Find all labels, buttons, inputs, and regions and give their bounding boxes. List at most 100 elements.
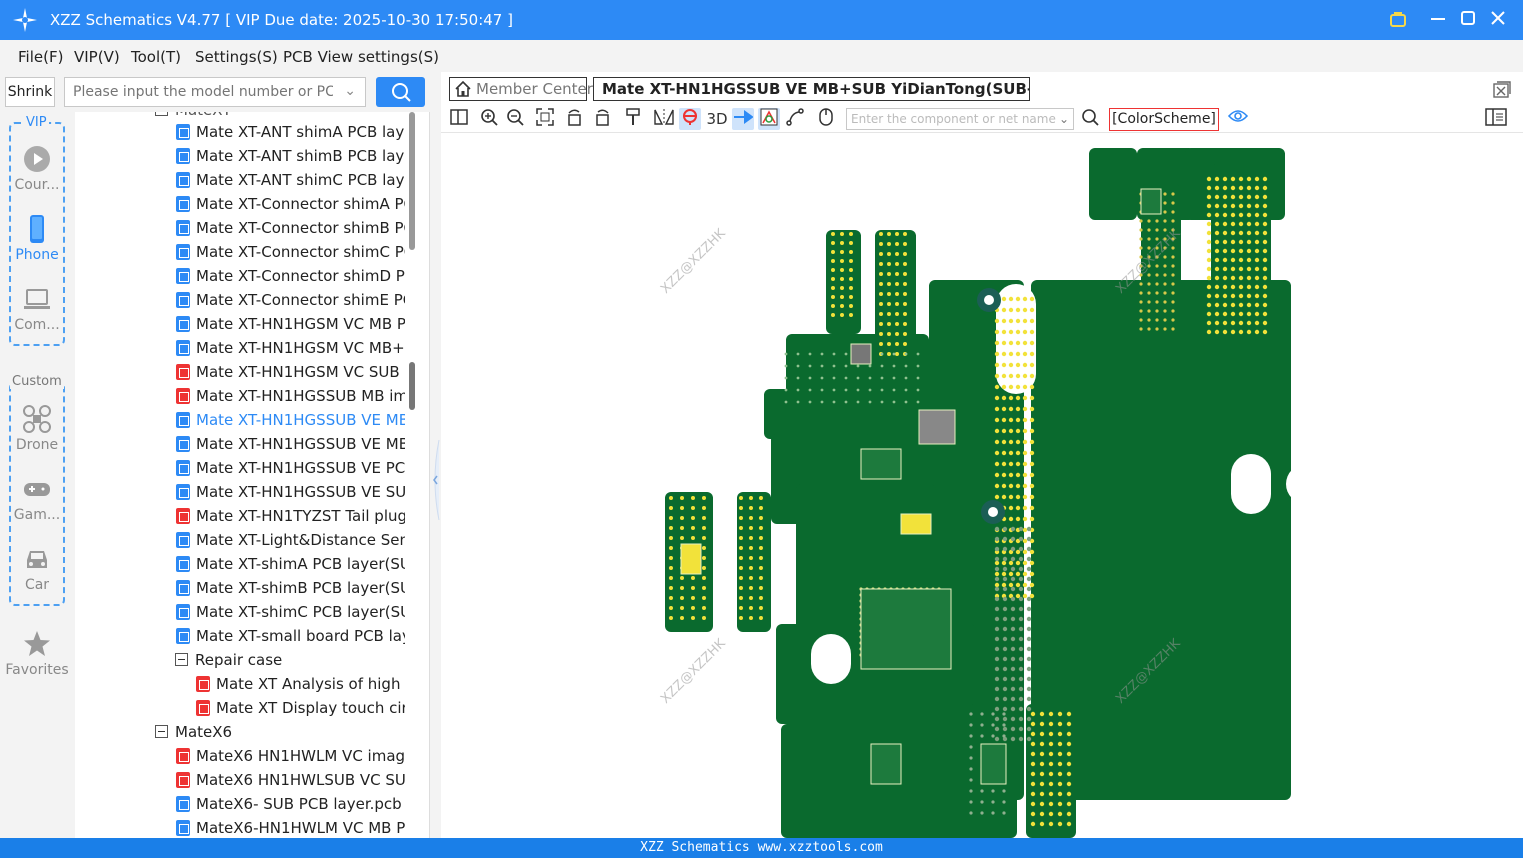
tree-file-item[interactable]: Mate XT-Connector shimC PCB [176,240,405,264]
pcb-pad [994,616,1000,622]
tree-file-item[interactable]: Mate XT-HN1HGSM VC MB+SU [176,336,405,360]
pcb-pad [739,546,743,550]
tree-file-item[interactable]: Mate XT-ANT shimA PCB layer.p [176,120,405,144]
mouse-icon[interactable] [815,108,837,130]
zoom-out-icon[interactable] [504,108,526,130]
3d-view-button[interactable]: 3D [705,108,729,130]
collapse-icon[interactable] [155,725,168,738]
chevron-down-icon[interactable]: ⌄ [344,83,356,99]
pcb-pad [1015,472,1021,478]
maximize-icon[interactable] [1458,10,1478,30]
shrink-button[interactable]: Shrink [5,77,55,107]
tree-file-item[interactable]: Mate XT-HN1HGSSUB VE SUB P [176,480,405,504]
tree-folder[interactable]: Repair case [175,648,405,672]
pcb-pad [916,352,920,356]
eye-icon[interactable] [1227,108,1249,130]
pcb-pad [784,364,788,368]
component-search-input[interactable]: Enter the component or net name ⌄ [846,108,1074,130]
tree-item-label: Mate XT-ANT shimB PCB layer.p [196,147,405,165]
pcb-pad [1139,309,1143,313]
rail-item-computer[interactable]: Com... [9,285,65,333]
fit-view-icon[interactable] [534,108,556,130]
tree-file-item[interactable]: Mate XT-HN1HGSSUB VE MB+S [176,408,405,432]
rail-item-favorites[interactable]: Favorites [3,630,71,678]
pcb-pad [1163,219,1167,223]
side-panel-icon[interactable] [1485,108,1507,130]
tree-file-item[interactable]: Mate XT-shimA PCB layer(SUB-l [176,552,405,576]
vip-bag-icon[interactable] [1388,10,1408,30]
model-search-input[interactable] [73,78,333,106]
tree-file-item[interactable]: Mate XT-HN1HGSM VC SUB ima [176,360,405,384]
pcb-pad [749,606,753,610]
zoom-in-icon[interactable] [478,108,500,130]
pcb-layout[interactable] [441,134,1523,838]
tree-file-item[interactable]: Mate XT-ANT shimB PCB layer.p [176,144,405,168]
pin-select-icon[interactable] [732,108,754,130]
menu-file[interactable]: File(F) [18,48,63,66]
pcb-pad [1214,266,1220,272]
rotate-left-icon[interactable] [564,108,586,130]
pcb-pad [916,388,920,392]
pcb-chip [860,448,902,480]
pcb-pad [840,277,844,281]
layer-overlay-icon[interactable] [758,108,780,130]
tree-file-item[interactable]: Mate XT-HN1HGSSUB VE PCB la [176,456,405,480]
measure-icon[interactable] [784,108,806,130]
tree-file-item[interactable]: Mate XT-HN1HGSSUB MB imag [176,384,405,408]
menu-settings[interactable]: Settings(S) [195,48,278,66]
pcb-pad [1029,450,1035,456]
rail-item-games[interactable]: Gam... [9,475,65,523]
tab-member-center[interactable]: Member Center [449,77,593,101]
pcb-pad [1206,248,1212,254]
rail-item-car[interactable]: Car [9,545,65,593]
rail-item-phone[interactable]: Phone [9,215,65,263]
pcb-pad [1002,616,1008,622]
tree-file-item[interactable]: Mate XT-HN1HGSSUB VE MB+S [176,432,405,456]
tree-file-item[interactable]: Mate XT-Connector shimE PCB [176,288,405,312]
mirror-icon[interactable] [653,108,675,130]
tree-file-item[interactable]: MateX6 HN1HWLSUB VC SUB in [176,768,405,792]
tree-file-item[interactable]: Mate XT-ANT shimC PCB layer.p [176,168,405,192]
tree-file-item[interactable]: Mate XT Analysis of high inc [196,672,405,696]
tree-file-item[interactable]: Mate XT-Connector shimA PCB [176,192,405,216]
collapse-icon[interactable] [155,112,168,116]
search-button[interactable] [376,77,425,107]
panel-splitter[interactable] [430,439,440,521]
tab-active-pcb[interactable]: Mate XT-HN1HGSSUB VE MB+SUB YiDianTong(S… [593,77,1030,101]
tree-file-item[interactable]: Mate XT-HN1TYZST Tail plug bo [176,504,405,528]
rotate-right-icon[interactable] [591,108,613,130]
scrollbar-thumb[interactable] [409,362,415,410]
minimize-icon[interactable] [1428,10,1448,30]
menu-vip[interactable]: VIP(V) [74,48,120,66]
rail-item-drone[interactable]: Drone [9,405,65,453]
tree-file-item[interactable]: MateX6-HN1HWLM VC MB PCB [176,816,405,838]
color-scheme-button[interactable]: [ColorScheme] [1109,108,1219,131]
tree-file-item[interactable]: Mate XT-Light&Distance Senso [176,528,405,552]
tree-file-item[interactable]: Mate XT-shimB PCB layer(SUB-A [176,576,405,600]
tree-scrollbar[interactable] [408,112,417,838]
collapse-icon[interactable] [175,653,188,666]
pcb-board-canvas[interactable]: XZZ@XZZHK XZZ@XZZHK XZZ@XZZHK XZZ@XZZHK [441,134,1523,838]
net-highlight-icon[interactable] [679,108,701,130]
tree-file-item[interactable]: Mate XT Display touch circui [196,696,405,720]
tree-file-item[interactable]: Mate XT-Connector shimB PCB [176,216,405,240]
tree-file-item[interactable]: Mate XT-shimC PCB layer(SUB-A [176,600,405,624]
tree-file-item[interactable]: Mate XT-small board PCB layer. [176,624,405,648]
tree-file-item[interactable]: MateX6 HN1HWLM VC image.p [176,744,405,768]
tree-file-item[interactable]: Mate XT-Connector shimD PCB [176,264,405,288]
paint-brush-icon[interactable] [622,108,644,130]
menu-tool[interactable]: Tool(T) [131,48,181,66]
model-search-box[interactable]: ⌄ [64,77,366,107]
tree-folder[interactable]: MateX6 [155,720,405,744]
chevron-down-icon[interactable]: ⌄ [1059,109,1069,129]
split-view-icon[interactable] [448,108,470,130]
component-search-icon[interactable] [1079,108,1101,130]
close-tabs-icon[interactable] [1493,81,1511,99]
menu-pcb-view-settings[interactable]: PCB View settings(S) [283,48,439,66]
tree-file-item[interactable]: Mate XT-HN1HGSM VC MB PCE [176,312,405,336]
pcb-pad [831,304,835,308]
scrollbar-thumb[interactable] [409,112,415,250]
rail-item-courses[interactable]: Cour... [9,145,65,193]
tree-file-item[interactable]: MateX6- SUB PCB layer.pcb [176,792,405,816]
close-icon[interactable] [1488,10,1508,30]
